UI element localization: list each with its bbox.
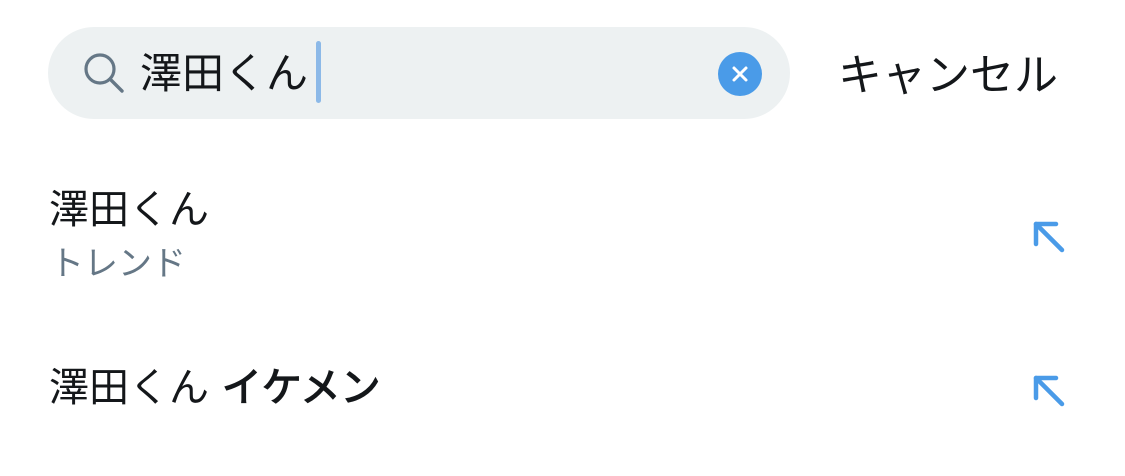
clear-search-button[interactable] (718, 52, 762, 96)
clear-x-icon (732, 66, 748, 82)
suggestion-subtitle: トレンド (50, 244, 186, 284)
suggestion-title-completion: イケメン (221, 365, 381, 411)
search-input[interactable]: 澤田くん (140, 44, 308, 104)
fill-query-arrow-icon[interactable] (1028, 370, 1068, 410)
cancel-button[interactable]: キャンセル (838, 44, 1058, 108)
suggestion-title: 澤田くん (49, 187, 209, 233)
search-suggestion[interactable]: 澤田くん イケメン (0, 330, 1125, 450)
fill-query-arrow-icon[interactable] (1028, 216, 1068, 256)
search-icon (84, 53, 124, 93)
suggestion-title: 澤田くん イケメン (49, 360, 381, 416)
text-caret (316, 41, 321, 103)
search-suggestion[interactable]: 澤田くん トレンド (0, 170, 1125, 320)
suggestion-title-prefix: 澤田くん (49, 365, 222, 411)
